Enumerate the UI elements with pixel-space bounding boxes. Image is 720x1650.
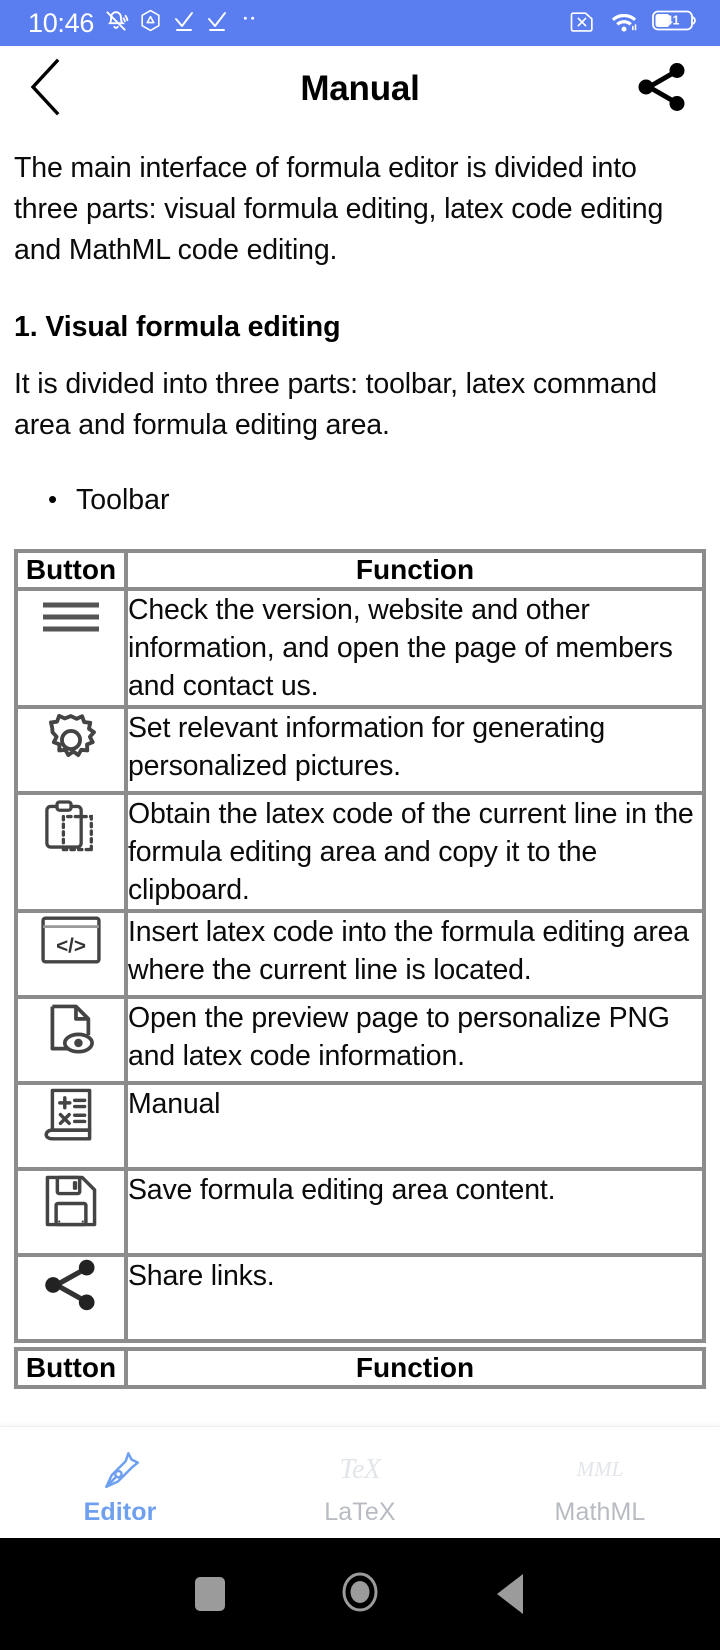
table-cell-button	[16, 997, 126, 1083]
tab-editor[interactable]: Editor	[0, 1427, 240, 1538]
code-tags-icon: </>	[37, 913, 105, 972]
page-title: Manual	[300, 69, 420, 108]
status-time: 10:46	[28, 7, 95, 38]
square-icon	[195, 1577, 225, 1611]
wifi-icon	[609, 8, 639, 39]
hamburger-menu-icon	[36, 591, 106, 648]
app-root: 10:46 41 Manual The main interface of fo…	[0, 0, 720, 1650]
math-book-icon	[40, 1085, 102, 1148]
tab-label-mathml: MathML	[554, 1497, 646, 1526]
table-row: Manual	[16, 1083, 704, 1169]
pen-nib-icon	[97, 1446, 143, 1494]
table-row: </> Insert latex code into the formula e…	[16, 911, 704, 997]
gear-icon	[40, 709, 102, 776]
table-row: Share links.	[16, 1255, 704, 1341]
checkmark-icon	[205, 9, 229, 38]
recents-button[interactable]	[135, 1538, 285, 1650]
table-row: Obtain the latex code of the current lin…	[16, 793, 704, 911]
table-cell-function: Check the version, website and other inf…	[126, 589, 704, 707]
function-table-second: Button Function	[14, 1347, 706, 1389]
manual-content[interactable]: The main interface of formula editor is …	[0, 132, 720, 1426]
checkmark-icon	[172, 9, 196, 38]
bullet-list: Toolbar	[14, 479, 706, 521]
table-cell-button	[16, 793, 126, 911]
android-nav-bar	[0, 1538, 720, 1650]
intro-paragraph: The main interface of formula editor is …	[14, 152, 664, 266]
mml-logo-icon: MML	[577, 1446, 624, 1494]
list-item: Toolbar	[48, 479, 706, 521]
clipboard-copy-icon	[38, 795, 104, 866]
table-cell-function: Obtain the latex code of the current lin…	[126, 793, 704, 911]
share-button[interactable]	[634, 61, 690, 117]
back-button[interactable]	[28, 58, 82, 121]
sim-card-x-icon	[569, 8, 596, 39]
function-table: Button Function Check the version, websi…	[14, 549, 706, 1343]
share-nodes-icon	[635, 61, 689, 118]
table-cell-button	[16, 707, 126, 793]
back-button[interactable]	[435, 1538, 585, 1650]
table-cell-function: Save formula editing area content.	[126, 1169, 704, 1255]
section-paragraph: It is divided into three parts: toolbar,…	[14, 368, 657, 441]
table-cell-button	[16, 1083, 126, 1169]
table-header-function: Function	[126, 551, 704, 589]
tab-mathml[interactable]: MML MathML	[480, 1427, 720, 1538]
table-cell-button	[16, 1169, 126, 1255]
title-bar: Manual	[0, 46, 720, 132]
table-row: Set relevant information for generating …	[16, 707, 704, 793]
table-row: Save formula editing area content.	[16, 1169, 704, 1255]
battery-icon: 41	[652, 8, 698, 38]
share-nodes-icon	[40, 1257, 102, 1318]
battery-level-text: 41	[666, 14, 680, 28]
table-cell-button: </>	[16, 911, 126, 997]
triangle-hexagon-icon	[138, 8, 163, 38]
tab-label-latex: LaTeX	[324, 1497, 396, 1526]
table-header-row: Button Function	[16, 551, 704, 589]
chevron-left-icon	[28, 58, 64, 121]
table-header-button: Button	[16, 1349, 126, 1387]
status-bar: 10:46 41	[0, 0, 720, 46]
tex-logo-text: TeX	[339, 1453, 381, 1485]
status-bar-right: 41	[569, 8, 698, 39]
table-header-row: Button Function	[16, 1349, 704, 1387]
bottom-tab-bar: Editor TeX LaTeX MML MathML	[0, 1426, 720, 1538]
section-heading: 1. Visual formula editing	[14, 311, 341, 343]
table-row: Open the preview page to personalize PNG…	[16, 997, 704, 1083]
floppy-save-icon	[40, 1171, 102, 1236]
tab-latex[interactable]: TeX LaTeX	[240, 1427, 480, 1538]
table-cell-function: Open the preview page to personalize PNG…	[126, 997, 704, 1083]
status-bar-left: 10:46	[28, 8, 260, 39]
table-cell-function: Insert latex code into the formula editi…	[126, 911, 704, 997]
triangle-left-icon	[497, 1574, 523, 1614]
table-cell-button	[16, 1255, 126, 1341]
document-preview-eye-icon	[39, 999, 103, 1066]
home-button[interactable]	[285, 1538, 435, 1650]
function-table-wrapper: Button Function Check the version, websi…	[14, 549, 706, 1389]
tab-label-editor: Editor	[83, 1497, 157, 1526]
table-header-button: Button	[16, 551, 126, 589]
circle-icon	[339, 1571, 381, 1618]
table-cell-function: Set relevant information for generating …	[126, 707, 704, 793]
svg-text:</>: </>	[56, 935, 86, 958]
table-cell-button	[16, 589, 126, 707]
table-row: Check the version, website and other inf…	[16, 589, 704, 707]
bell-mute-icon	[103, 8, 129, 39]
ellipsis-icon	[238, 10, 260, 37]
tex-logo-icon: TeX	[339, 1446, 381, 1494]
mml-logo-text: MML	[576, 1457, 624, 1481]
table-cell-function: Manual	[126, 1083, 704, 1169]
table-header-function: Function	[126, 1349, 704, 1387]
table-cell-function: Share links.	[126, 1255, 704, 1341]
